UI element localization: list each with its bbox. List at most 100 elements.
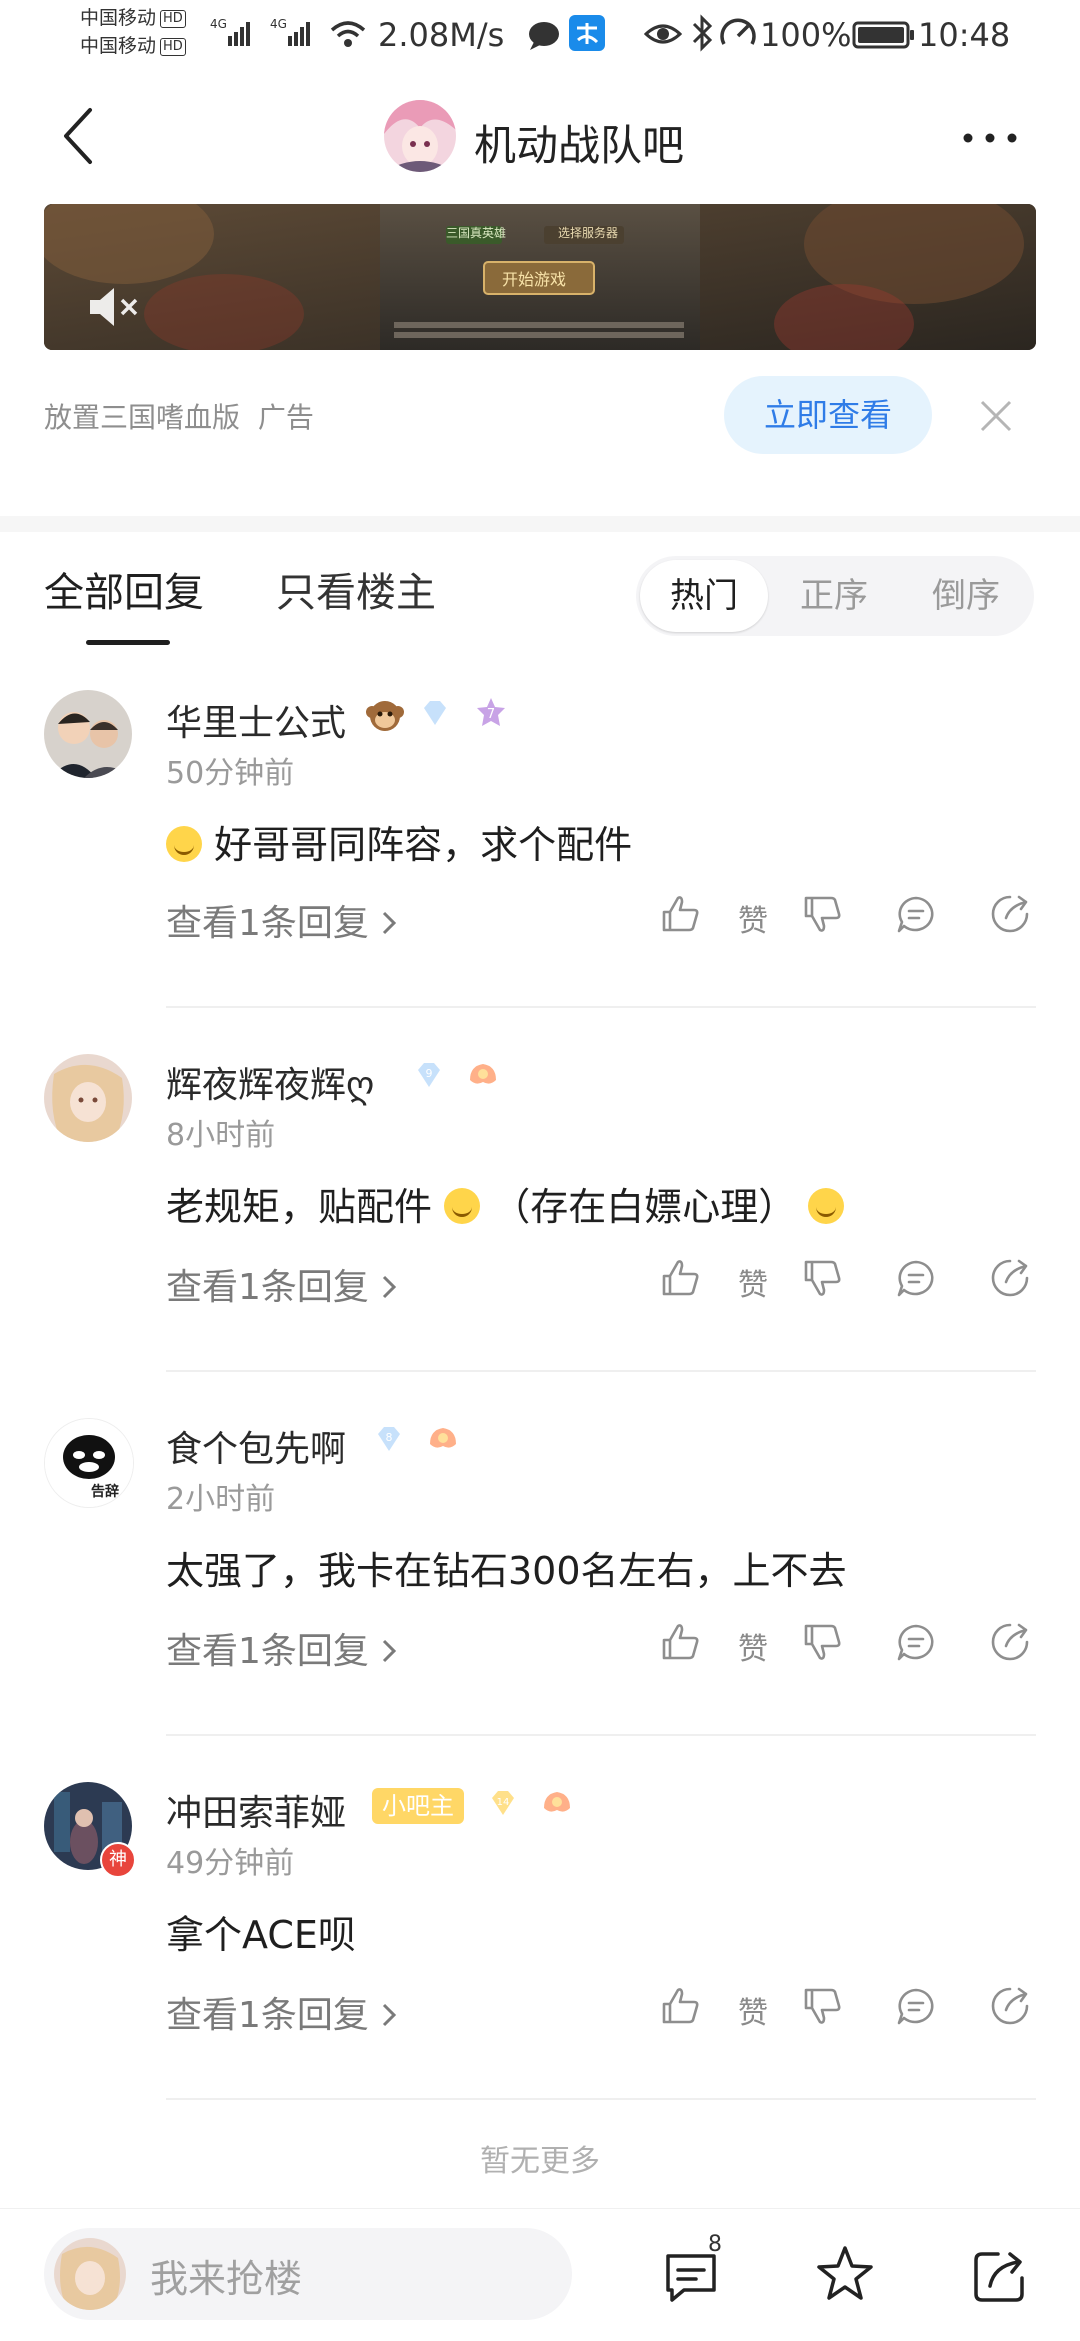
comment-username[interactable]: 辉夜辉夜辉ღ [166, 1056, 374, 1108]
tab-only-op[interactable]: 只看楼主 [276, 560, 436, 618]
level-badge-icon [470, 1064, 496, 1084]
data-saver-icon [720, 18, 756, 45]
row-divider [166, 1006, 1036, 1008]
alipay-icon [569, 15, 605, 51]
hd-badge-2: HD [160, 37, 186, 56]
grin-emoji-icon [444, 1188, 481, 1224]
reply-input-placeholder: 我来抢楼 [150, 2257, 303, 2301]
thumbs-down-icon[interactable] [800, 892, 844, 936]
carrier-1: 中国移动 HD [80, 6, 186, 30]
share-icon[interactable] [968, 2246, 1030, 2308]
reply-icon[interactable] [894, 1620, 938, 1664]
ad-banner-start: 开始游戏 [502, 270, 567, 289]
comment-text-body: 好哥哥同阵容，求个配件 [214, 823, 633, 867]
diamond-icon [424, 701, 446, 725]
comment-text[interactable]: 拿个ACE呗 [166, 1904, 356, 1959]
star-icon[interactable] [814, 2244, 876, 2306]
back-arrow-icon[interactable] [60, 106, 96, 166]
hd-badge: HD [160, 9, 186, 28]
comment-time: 50分钟前 [166, 756, 295, 791]
ad-label: 广告 [257, 401, 314, 434]
like-label[interactable]: 赞 [738, 1624, 768, 1668]
reply-icon[interactable] [894, 1256, 938, 1300]
svg-text:9: 9 [426, 1067, 433, 1080]
chevron-right-icon [383, 1275, 397, 1299]
carrier-2-label: 中国移动 [80, 35, 157, 57]
status-bar: 中国移动 HD 中国移动 HD 4G 4G 2.08M/s 100% 10:48 [0, 0, 1080, 80]
comment-text[interactable]: 太强了，我卡在钻石300名左右，上不去 [166, 1540, 847, 1595]
forum-title: 机动战队吧 [474, 121, 685, 170]
ad-view-now-button[interactable]: 立即查看 [724, 376, 932, 454]
avatar[interactable] [44, 690, 132, 778]
comment-text-part-b: （存在白嫖心理） [492, 1185, 797, 1229]
eye-icon [644, 24, 682, 44]
like-label[interactable]: 赞 [738, 896, 768, 940]
comment-text[interactable]: 老规矩，贴配件 （存在白嫖心理） [166, 1176, 845, 1231]
share-icon[interactable] [988, 1620, 1032, 1664]
share-icon[interactable] [988, 892, 1032, 936]
view-replies-link[interactable]: 查看1条回复 [166, 1622, 398, 1674]
row-divider [166, 1370, 1036, 1372]
view-replies-link[interactable]: 查看1条回复 [166, 894, 398, 946]
smile-emoji-icon [808, 1188, 845, 1224]
smile-emoji-icon [166, 826, 202, 862]
more-options-icon[interactable] [960, 128, 1020, 148]
avatar[interactable] [44, 1054, 132, 1142]
diamond-icon: 14 [492, 1791, 514, 1815]
god-tag-badge: 神 [100, 1842, 136, 1878]
thumbs-down-icon[interactable] [800, 1984, 844, 2028]
clock: 10:48 [918, 16, 1011, 54]
svg-text:8: 8 [386, 1431, 393, 1444]
no-more-label: 暂无更多 [480, 2144, 600, 2179]
share-icon[interactable] [988, 1984, 1032, 2028]
row-divider [166, 2098, 1036, 2100]
sort-descending[interactable]: 倒序 [932, 560, 1000, 632]
comment-time: 49分钟前 [166, 1846, 295, 1881]
sort-ascending[interactable]: 正序 [800, 560, 868, 632]
sort-hot[interactable]: 热门 [640, 560, 768, 632]
svg-text:14: 14 [497, 1797, 510, 1808]
diamond-icon: 9 [418, 1063, 440, 1087]
view-replies-link[interactable]: 查看1条回复 [166, 1258, 398, 1310]
carrier-2: 中国移动 HD [80, 34, 186, 58]
comment-count: 8 [708, 2232, 722, 2257]
thumbs-up-icon[interactable] [658, 892, 702, 936]
comment-text-part-a: 老规矩，贴配件 [166, 1185, 433, 1229]
like-label[interactable]: 赞 [738, 1988, 768, 2032]
comment-time: 2小时前 [166, 1482, 276, 1517]
battery-percent: 100% [760, 16, 852, 54]
ad-meta: 放置三国嗜血版 广告 [44, 396, 314, 436]
avatar-caption: 告辞 [91, 1484, 119, 1500]
thumbs-up-icon[interactable] [658, 1256, 702, 1300]
ad-source: 放置三国嗜血版 [44, 401, 241, 434]
ad-banner[interactable]: 三国真英雄 选择服务器 开始游戏 [44, 204, 1036, 350]
carrier-1-label: 中国移动 [80, 7, 157, 29]
tab-active-underline [86, 640, 170, 645]
net-speed: 2.08M/s [378, 16, 505, 54]
comment-username[interactable]: 华里士公式 [166, 694, 346, 746]
thumbs-down-icon[interactable] [800, 1620, 844, 1664]
reply-icon[interactable] [894, 892, 938, 936]
mute-icon[interactable] [86, 284, 142, 330]
tab-all-replies[interactable]: 全部回复 [44, 560, 204, 618]
like-label[interactable]: 赞 [738, 1260, 768, 1304]
wifi-icon [330, 21, 366, 47]
svg-text:4G: 4G [270, 17, 287, 31]
comment-username[interactable]: 食个包先啊 [166, 1420, 346, 1472]
thumbs-down-icon[interactable] [800, 1256, 844, 1300]
chevron-right-icon [383, 911, 397, 935]
close-icon[interactable] [976, 396, 1016, 436]
comment-username[interactable]: 冲田索菲娅 [166, 1784, 346, 1836]
thumbs-up-icon[interactable] [658, 1620, 702, 1664]
view-replies-link[interactable]: 查看1条回复 [166, 1986, 398, 2038]
ad-banner-server: 三国真英雄 [446, 226, 507, 240]
chevron-right-icon [383, 1639, 397, 1663]
avatar[interactable]: 告辞 [44, 1418, 134, 1508]
forum-avatar[interactable] [384, 100, 456, 172]
reply-icon[interactable] [894, 1984, 938, 2028]
comment-text[interactable]: 好哥哥同阵容，求个配件 [166, 814, 632, 869]
svg-text:7: 7 [487, 707, 495, 722]
share-icon[interactable] [988, 1256, 1032, 1300]
thumbs-up-icon[interactable] [658, 1984, 702, 2028]
my-avatar[interactable] [54, 2238, 126, 2310]
